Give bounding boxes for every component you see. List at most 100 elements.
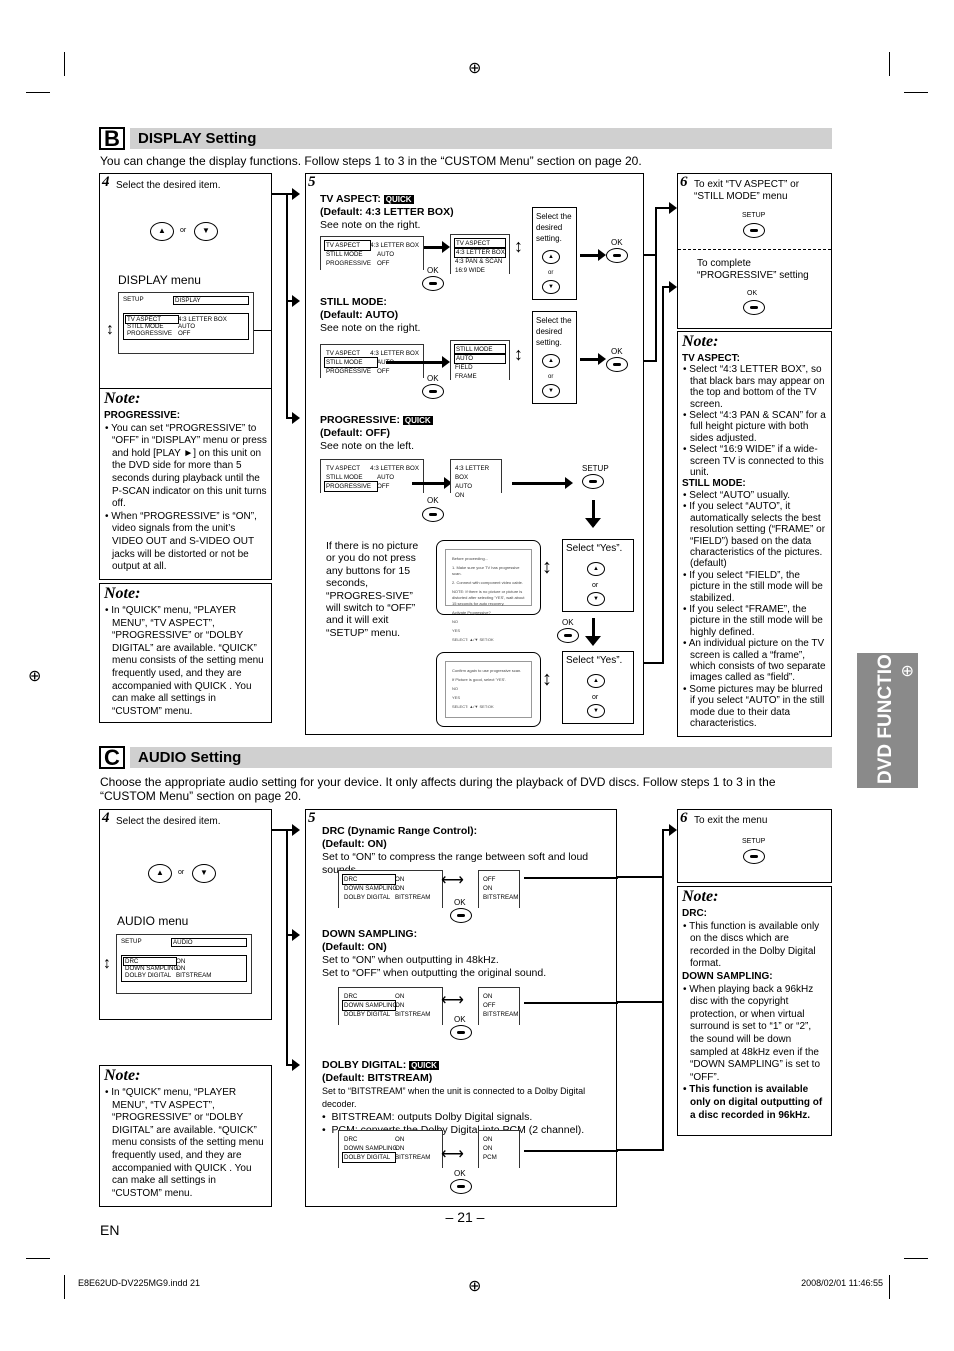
setup-button-icon[interactable] [743, 223, 765, 238]
menu-row: STILL MODE AUTO [126, 323, 246, 330]
ok-button-icon[interactable] [450, 1179, 472, 1194]
menu-row-label: STILL MODE [326, 474, 363, 481]
registration-mark-icon: ⊕ [468, 60, 482, 77]
item-default: (Default: AUTO) [320, 309, 399, 321]
dialog-line: SELECT: ▲/▼ SET:OK [452, 637, 494, 642]
menu-row-value: BITSTREAM [176, 972, 212, 979]
up-button-icon[interactable]: ▲ [150, 222, 174, 241]
note-title: Note: [682, 333, 719, 350]
select-hint-box: Select the desired setting. ▲ or ▼ [532, 311, 577, 404]
menu-row: DRC ON [342, 874, 438, 885]
note-title: Note: [104, 585, 141, 602]
menu-row-label: DOWN SAMPLING [344, 885, 398, 892]
menu-row-label: STILL MODE [326, 251, 363, 258]
note-heading: DOWN SAMPLING: [682, 970, 773, 982]
option-item: STILL MODE [454, 344, 506, 355]
menu-row: DOWN SAMPLING ON [343, 884, 438, 893]
down-button-icon[interactable]: ▼ [194, 222, 218, 241]
page-number: – 21 – [445, 1209, 485, 1225]
ok-button-icon[interactable] [606, 357, 628, 372]
ok-button-icon[interactable] [422, 384, 444, 399]
progressive-dialog-2: Confirm again to use progressive scan. If… [436, 652, 541, 727]
menu-row-label: DRC [344, 1136, 358, 1143]
audio-step6-box: 6 To exit the menu SETUP [677, 809, 832, 883]
section-letter: C [99, 746, 125, 769]
note-item: In “QUICK” menu, “PLAYER MENU”, “TV ASPE… [104, 1087, 267, 1200]
up-button-icon[interactable]: ▲ [587, 674, 605, 688]
option-item: 4:3 LETTER BOX [454, 247, 506, 258]
menu-screen: DRC ON DOWN SAMPLING ON DOLBY DIGITAL BITSTRE… [338, 870, 443, 908]
note-item: If you select “FRAME”, the picture in th… [682, 604, 827, 638]
option-item: OFF [483, 1002, 496, 1009]
menu-row-value: 4:3 LETTER BOX [178, 316, 227, 323]
option-screen: ON ON PCM [478, 1130, 520, 1168]
menu-row-label: DOLBY DIGITAL [344, 1011, 391, 1018]
up-button-icon[interactable]: ▲ [542, 354, 560, 368]
item-title: DRC (Dynamic Range Control): [322, 825, 478, 837]
note-quick-audio: Note: In “QUICK” menu, “PLAYER MENU”, “T… [99, 1065, 272, 1207]
item-title: DOLBY DIGITAL: [322, 1059, 407, 1071]
updown-arrow-icon: ↕ [103, 955, 111, 972]
ok-button-icon[interactable] [606, 248, 628, 263]
screen-header: SETUP [121, 938, 142, 945]
setup-button-icon[interactable] [743, 849, 765, 864]
no-picture-note: If there is no picture or you do not pre… [326, 540, 419, 639]
ok-button-icon[interactable] [743, 300, 765, 315]
note-title: Note: [104, 1067, 141, 1084]
option-screen: STILL MODE AUTO FIELD FRAME [450, 340, 510, 380]
ok-label: OK [427, 374, 439, 383]
item-default: (Default: BITSTREAM) [322, 1072, 433, 1084]
down-button-icon[interactable]: ▼ [542, 384, 560, 398]
down-button-icon[interactable]: ▼ [542, 280, 560, 294]
note-heading: STILL MODE: [682, 478, 746, 490]
item-default: (Default: ON) [322, 941, 387, 953]
up-button-icon[interactable]: ▲ [587, 562, 605, 576]
option-screen: OFF ON BITSTREAM [478, 870, 520, 908]
down-button-icon[interactable]: ▼ [587, 704, 605, 718]
ok-button-icon[interactable] [557, 628, 579, 643]
option-screen: TV ASPECT 4:3 LETTER BOX 4:3 PAN & SCAN 16:… [450, 234, 510, 274]
dialog-line: SELECT: ▲/▼ SET:OK [452, 704, 494, 709]
ok-label: OK [611, 238, 623, 247]
ok-label: OK [454, 1015, 466, 1024]
ok-button-icon[interactable] [450, 1025, 472, 1040]
or-label: or [548, 374, 554, 380]
audio-step5-box: 5 DRC (Dynamic Range Control): (Default: … [305, 809, 618, 1207]
up-button-icon[interactable]: ▲ [148, 864, 172, 883]
registration-mark-icon: ⊕ [468, 1278, 482, 1295]
option-item: BITSTREAM [483, 894, 519, 901]
option-item: ON [483, 1145, 493, 1152]
step-number: 6 [680, 174, 688, 190]
item-title: PROGRESSIVE: [320, 414, 400, 426]
step-number: 6 [680, 810, 688, 826]
crop-mark [889, 1275, 890, 1299]
setup-button-icon[interactable] [582, 474, 604, 489]
ok-button-icon[interactable] [422, 507, 444, 522]
up-button-icon[interactable]: ▲ [542, 250, 560, 264]
menu-row-label: TV ASPECT [326, 350, 361, 357]
item-default: (Default: 4:3 LETTER BOX) [320, 206, 454, 218]
note-heading: TV ASPECT: [682, 353, 740, 364]
menu-row: PROGRESSIVE OFF [325, 367, 419, 376]
crop-mark [26, 1258, 50, 1259]
item-desc: Set to “ON” when outputting in 48kHz. [322, 954, 499, 966]
select-yes-box: Select “Yes”. ▲ or ▼ [562, 651, 634, 724]
or-label: or [592, 694, 599, 701]
or-label: or [180, 227, 187, 234]
menu-row: TV ASPECT 4:3 LETTER BOX [325, 464, 419, 473]
ok-button-icon[interactable] [450, 908, 472, 923]
section-intro: You can change the display functions. Fo… [100, 154, 642, 168]
note-item: If you select “AUTO”, it automatically s… [682, 501, 827, 569]
ok-label: OK [747, 290, 758, 297]
ok-button-icon[interactable] [422, 276, 444, 291]
down-button-icon[interactable]: ▼ [587, 592, 605, 606]
crop-mark [26, 92, 50, 93]
menu-row-value: 4:3 LETTER BOX [370, 465, 419, 472]
menu-row: DOWN SAMPLING ON [342, 1000, 438, 1011]
item-title: STILL MODE: [320, 296, 387, 308]
menu-row-value: AUTO [377, 474, 395, 481]
side-tab: DVD FUNCTIONS ⊕ [857, 628, 918, 788]
down-button-icon[interactable]: ▼ [192, 864, 216, 883]
dialog-line: NOTE: If there is no picture or picture … [452, 589, 525, 606]
menu-row-label: DOWN SAMPLING [342, 1000, 398, 1011]
